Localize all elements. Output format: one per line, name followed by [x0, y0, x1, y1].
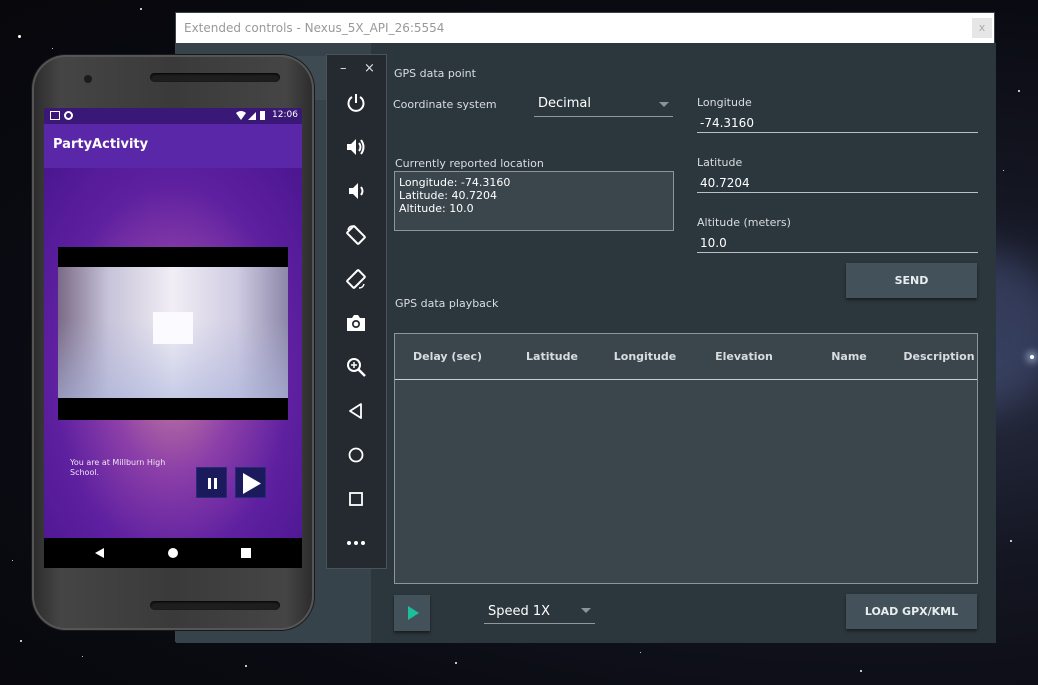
- header-description[interactable]: Description: [900, 350, 978, 363]
- send-button[interactable]: SEND: [846, 263, 977, 298]
- altitude-field[interactable]: 10.0: [697, 236, 978, 253]
- playback-play-button[interactable]: [394, 595, 430, 631]
- reported-location-box: Longitude: -74.3160 Latitude: 40.7204 Al…: [394, 171, 674, 231]
- location-caption: You are at Millburn High School.: [70, 458, 166, 477]
- phone-screen[interactable]: 12:06 PartyActivity You are at Millburn …: [44, 108, 302, 568]
- power-icon[interactable]: [345, 92, 367, 114]
- speed-dropdown[interactable]: Speed 1X: [484, 602, 595, 624]
- status-bar: 12:06: [44, 108, 302, 124]
- latitude-field[interactable]: 40.7204: [697, 176, 978, 193]
- chevron-down-icon: [659, 102, 669, 107]
- pause-button[interactable]: [196, 467, 227, 498]
- volume-down-icon[interactable]: [345, 180, 367, 202]
- notification-icon: [50, 111, 60, 120]
- back-icon[interactable]: [345, 400, 367, 422]
- volume-up-icon[interactable]: [345, 136, 367, 158]
- header-longitude[interactable]: Longitude: [605, 350, 685, 363]
- app-title: PartyActivity: [44, 124, 302, 168]
- reported-location-label: Currently reported location: [395, 157, 544, 170]
- hallway-image: [58, 267, 288, 398]
- coordinate-system-value: Decimal: [538, 96, 592, 111]
- gps-playback-table: Delay (sec) Latitude Longitude Elevation…: [394, 333, 978, 584]
- reported-altitude: Altitude: 10.0: [399, 202, 474, 215]
- altitude-label: Altitude (meters): [697, 216, 791, 229]
- location-panel: GPS data point Coordinate system Decimal…: [371, 43, 996, 643]
- sync-icon: [64, 111, 73, 120]
- window-title: Extended controls - Nexus_5X_API_26:5554: [176, 13, 994, 43]
- load-gpx-kml-button[interactable]: LOAD GPX/KML: [846, 594, 977, 629]
- emulator-toolbar: – ×: [326, 54, 387, 569]
- coordinate-system-label: Coordinate system: [393, 98, 497, 111]
- play-button[interactable]: [235, 467, 266, 498]
- signal-icon: [236, 111, 256, 120]
- coordinate-system-dropdown[interactable]: Decimal: [534, 96, 673, 117]
- header-elevation[interactable]: Elevation: [704, 350, 784, 363]
- bottom-speaker: [150, 601, 280, 610]
- close-button[interactable]: ×: [364, 61, 375, 76]
- overview-icon[interactable]: [345, 488, 367, 510]
- gps-playback-label: GPS data playback: [395, 297, 499, 310]
- reported-latitude: Latitude: 40.7204: [399, 189, 497, 202]
- chevron-down-icon: [581, 608, 591, 613]
- window-close-button[interactable]: x: [972, 18, 992, 38]
- rotate-right-icon[interactable]: [345, 268, 367, 290]
- header-delay[interactable]: Delay (sec): [405, 350, 490, 363]
- battery-icon: [260, 111, 265, 120]
- video-view[interactable]: [58, 247, 288, 420]
- play-icon: [243, 473, 261, 494]
- more-icon[interactable]: [345, 532, 367, 554]
- reported-longitude: Longitude: -74.3160: [399, 176, 511, 189]
- back-icon[interactable]: [94, 547, 106, 559]
- minimize-button[interactable]: –: [340, 61, 347, 76]
- front-camera: [84, 75, 92, 83]
- speed-value: Speed 1X: [488, 604, 551, 619]
- longitude-field[interactable]: -74.3160: [697, 116, 978, 133]
- play-icon: [408, 606, 419, 620]
- camera-icon[interactable]: [345, 312, 367, 334]
- nav-bar: [44, 538, 302, 568]
- latitude-label: Latitude: [697, 156, 743, 169]
- overview-icon[interactable]: [240, 547, 252, 559]
- zoom-icon[interactable]: [345, 356, 367, 378]
- table-header: Delay (sec) Latitude Longitude Elevation…: [395, 334, 977, 380]
- app-body: You are at Millburn High School.: [44, 168, 302, 538]
- header-name[interactable]: Name: [819, 350, 879, 363]
- header-latitude[interactable]: Latitude: [512, 350, 592, 363]
- clock: 12:06: [272, 110, 298, 120]
- rotate-left-icon[interactable]: [345, 224, 367, 246]
- phone-frame: 12:06 PartyActivity You are at Millburn …: [32, 55, 314, 630]
- longitude-label: Longitude: [697, 96, 752, 109]
- pause-icon: [208, 478, 217, 489]
- home-icon[interactable]: [167, 547, 179, 559]
- top-speaker: [150, 73, 280, 82]
- home-icon[interactable]: [345, 444, 367, 466]
- gps-data-point-label: GPS data point: [394, 67, 476, 80]
